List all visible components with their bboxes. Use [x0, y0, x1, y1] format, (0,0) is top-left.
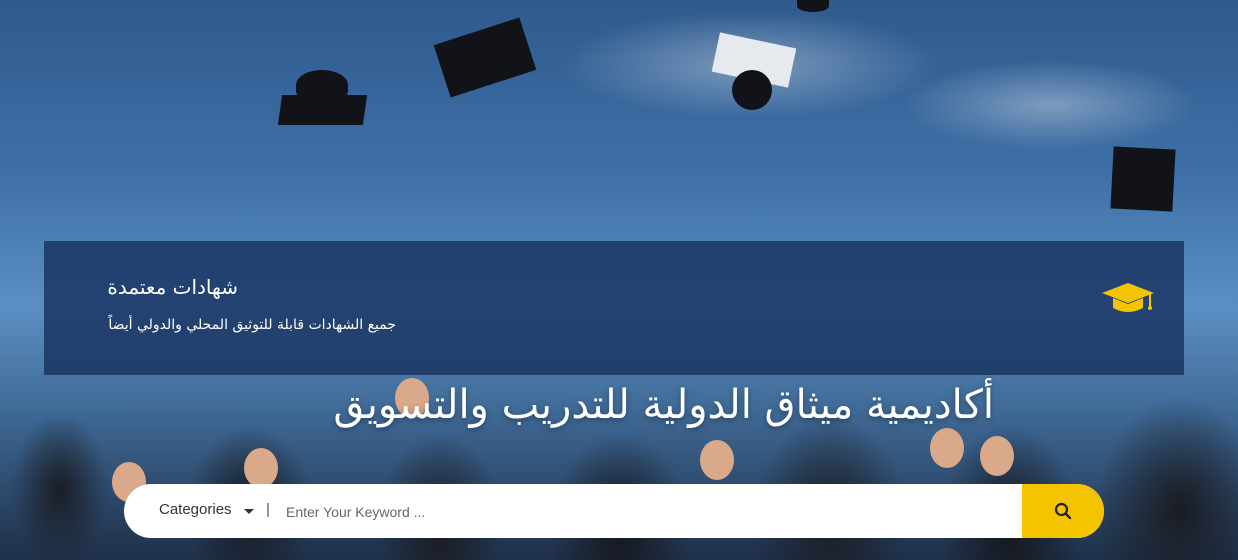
search-button[interactable] [1022, 484, 1104, 538]
graduate-face [244, 448, 278, 488]
search-icon [1054, 502, 1072, 520]
search-bar: Categories | [124, 484, 1104, 538]
panel-subtitle: جميع الشهادات قابلة للتوثيق المحلي والدو… [108, 317, 396, 333]
hero-title: أكاديمية ميثاق الدولية للتدريب والتسويق [333, 382, 994, 428]
certificates-panel: شهادات معتمدة جميع الشهادات قابلة للتوثي… [44, 241, 1184, 375]
chevron-down-icon[interactable] [244, 509, 254, 514]
cloud [900, 60, 1200, 150]
graduate-face [930, 428, 964, 468]
flying-cap [433, 17, 537, 98]
panel-title: شهادات معتمدة [107, 275, 238, 299]
flying-cap [732, 70, 772, 110]
graduate-face [980, 436, 1014, 476]
categories-dropdown[interactable]: Categories [159, 501, 232, 518]
flying-cap [1110, 146, 1176, 212]
graduate-face [700, 440, 734, 480]
search-separator: | [266, 501, 270, 518]
graduation-cap-icon [1102, 283, 1154, 312]
flying-cap [797, 0, 829, 12]
flying-cap [296, 70, 348, 100]
keyword-search-input[interactable] [284, 496, 1008, 528]
